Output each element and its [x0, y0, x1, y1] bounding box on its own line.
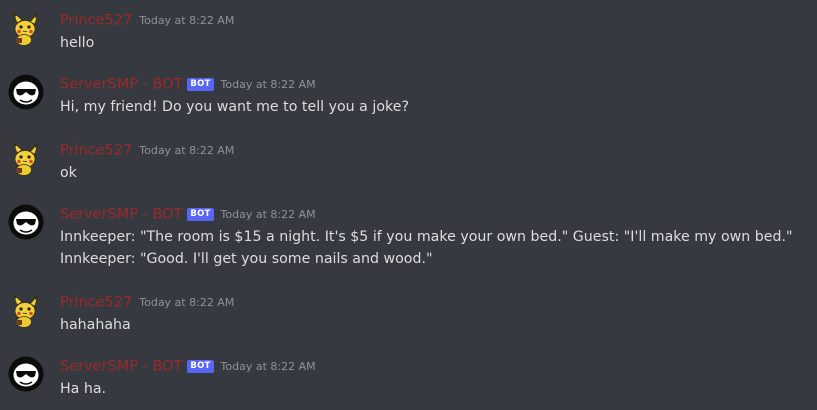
message-header: Prince527 Today at 8:22 AM: [60, 140, 234, 160]
timestamp: Today at 8:22 AM: [139, 13, 235, 27]
message-text: ok: [60, 165, 77, 181]
timestamp: Today at 8:22 AM: [139, 295, 235, 309]
timestamp: Today at 8:22 AM: [220, 207, 316, 221]
sunglasses-face-avatar[interactable]: [8, 74, 44, 110]
message-header: ServerSMP - BOT BOT Today at 8:22 AM: [60, 356, 316, 376]
message-text: hahahaha: [60, 317, 131, 333]
bot-badge: BOT: [187, 208, 214, 221]
message-item[interactable]: ServerSMP - BOT BOT Today at 8:22 AM Innke…: [0, 204, 817, 274]
chat-messages: Prince527 Today at 8:22 AM hello ServerSM…: [0, 0, 817, 410]
pikachu-icon: [12, 11, 39, 46]
pikachu-icon: [12, 293, 39, 328]
username[interactable]: Prince527: [60, 143, 132, 159]
message-item[interactable]: Prince527 Today at 8:22 AM hahahaha: [0, 292, 817, 352]
message-header: Prince527 Today at 8:22 AM: [60, 292, 234, 312]
bot-badge: BOT: [187, 78, 214, 91]
message-item[interactable]: Prince527 Today at 8:22 AM hello: [0, 10, 817, 70]
message-text: Innkeeper: "The room is $15 a night. It'…: [60, 229, 793, 267]
pikachu-avatar[interactable]: [8, 10, 44, 46]
timestamp: Today at 8:22 AM: [220, 359, 316, 373]
username[interactable]: Prince527: [60, 13, 132, 29]
sunglasses-face-avatar[interactable]: [8, 356, 44, 392]
message-header: Prince527 Today at 8:22 AM: [60, 10, 234, 30]
message-item[interactable]: ServerSMP - BOT BOT Today at 8:22 AM Hi, m…: [0, 74, 817, 134]
pikachu-avatar[interactable]: [8, 140, 44, 176]
sunglasses-face-avatar[interactable]: [8, 204, 44, 240]
message-item[interactable]: ServerSMP - BOT BOT Today at 8:22 AM Ha ha…: [0, 356, 817, 410]
timestamp: Today at 8:22 AM: [139, 143, 235, 157]
username[interactable]: ServerSMP - BOT: [60, 359, 182, 375]
sunglasses-face-icon: [8, 356, 44, 392]
bot-badge: BOT: [187, 360, 214, 373]
message-header: ServerSMP - BOT BOT Today at 8:22 AM: [60, 74, 316, 94]
pikachu-avatar[interactable]: [8, 292, 44, 328]
sunglasses-face-icon: [8, 204, 44, 240]
username[interactable]: ServerSMP - BOT: [60, 77, 182, 93]
message-text: Ha ha.: [60, 381, 107, 397]
message-header: ServerSMP - BOT BOT Today at 8:22 AM: [60, 204, 316, 224]
message-item[interactable]: Prince527 Today at 8:22 AM ok: [0, 140, 817, 200]
pikachu-icon: [12, 141, 39, 176]
timestamp: Today at 8:22 AM: [220, 77, 316, 91]
username[interactable]: Prince527: [60, 295, 132, 311]
message-text: Hi, my friend! Do you want me to tell yo…: [60, 99, 409, 115]
username[interactable]: ServerSMP - BOT: [60, 207, 182, 223]
message-text: hello: [60, 35, 95, 51]
sunglasses-face-icon: [8, 74, 44, 110]
